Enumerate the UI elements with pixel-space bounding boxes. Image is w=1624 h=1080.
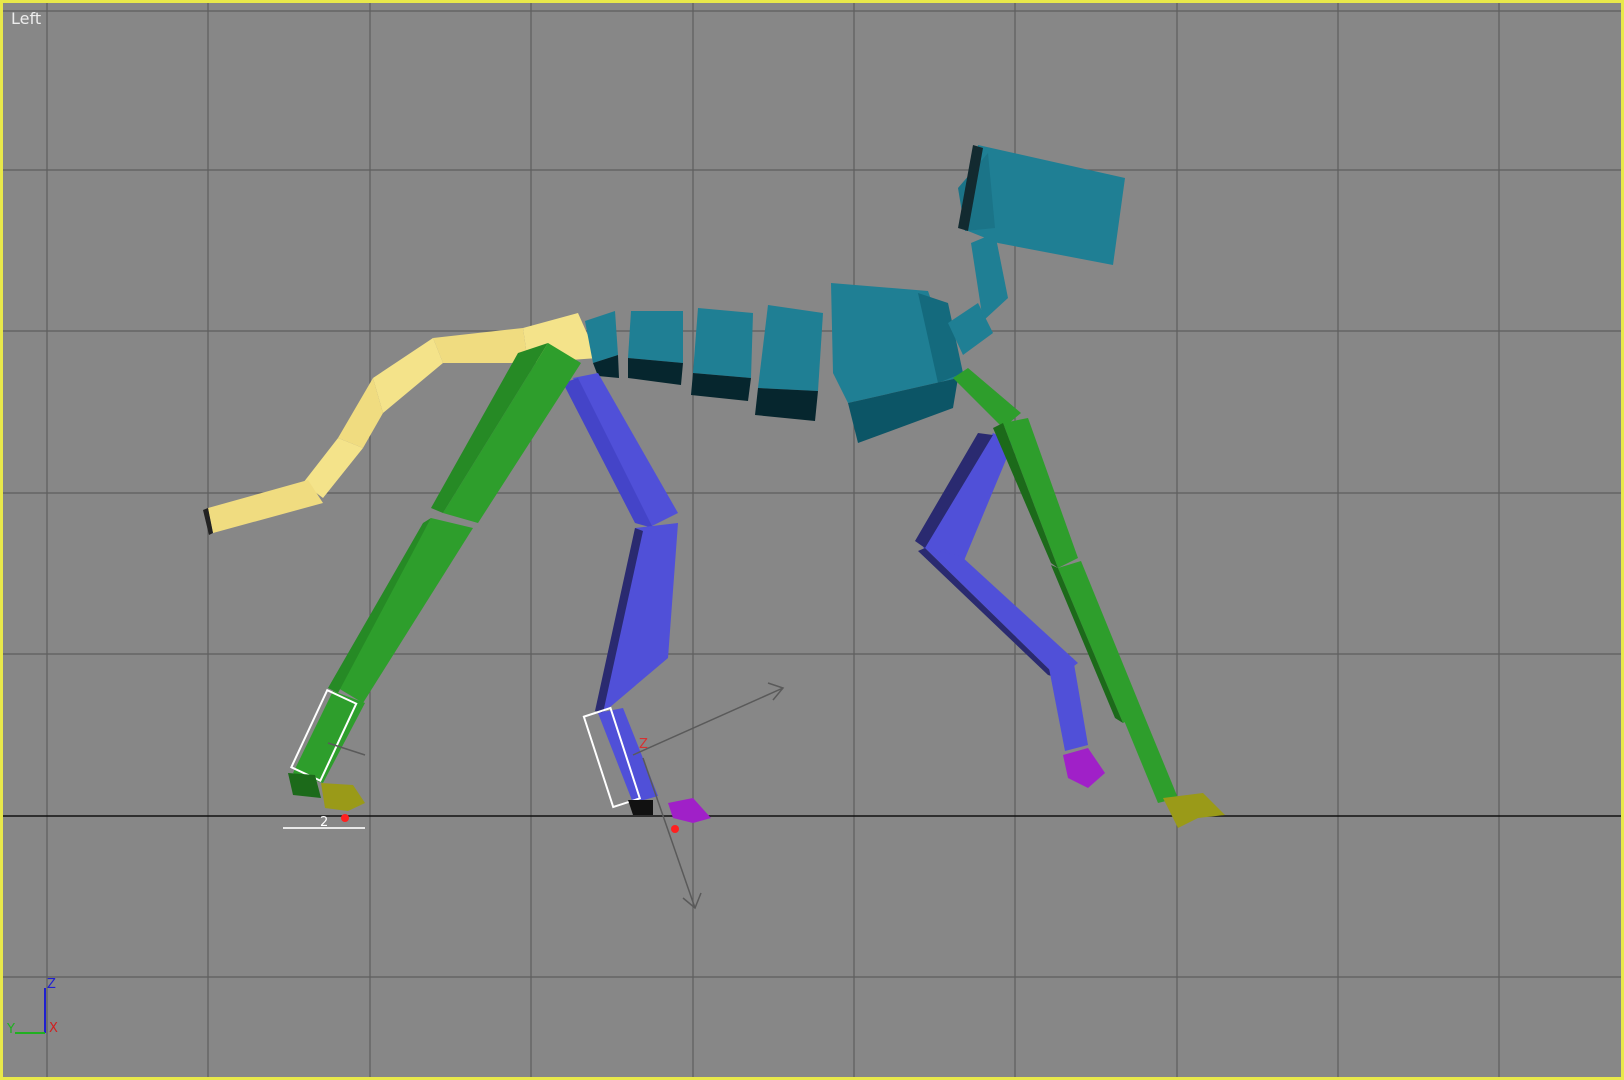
gizmo-axis-1[interactable] [632, 687, 784, 756]
gizmo-axis-label: Z [639, 737, 648, 752]
spine-segment-2[interactable] [628, 311, 683, 363]
left-viewport[interactable]: Left 2 Z Z X Y [0, 0, 1624, 1080]
right-rear-toe[interactable] [668, 798, 711, 823]
right-rear-leg[interactable] [563, 373, 711, 833]
tail-segment-6[interactable] [208, 480, 323, 533]
right-front-foot-bone[interactable] [1048, 658, 1088, 751]
left-front-toe[interactable] [1163, 793, 1225, 828]
spine-segment-4[interactable] [758, 305, 823, 391]
right-rear-heel [628, 800, 653, 815]
gizmo-axis-2[interactable] [642, 757, 696, 909]
chest[interactable] [831, 283, 963, 443]
right-front-toe[interactable] [1063, 748, 1105, 788]
left-rear-shin[interactable] [338, 518, 473, 703]
left-front-shoulder[interactable] [953, 368, 1021, 428]
left-rear-pivot [341, 814, 349, 822]
right-rear-thigh[interactable] [573, 373, 678, 528]
tail-segment-2[interactable] [433, 328, 528, 363]
left-rear-marker-label: 2 [320, 815, 328, 830]
right-rear-pivot [671, 825, 679, 833]
left-rear-foot-bone[interactable] [293, 691, 365, 783]
right-rear-shin[interactable] [603, 523, 678, 713]
transform-gizmo[interactable]: Z [327, 682, 785, 910]
biped-rig[interactable]: 2 Z [3, 3, 1624, 1080]
spine[interactable] [585, 305, 823, 421]
head-neck[interactable] [948, 145, 1125, 355]
tail-segment-3[interactable] [373, 338, 443, 413]
left-rear-leg[interactable]: 2 [283, 343, 581, 830]
left-front-foot-bone[interactable] [1123, 713, 1178, 803]
spine-segment-4-dark [755, 388, 818, 421]
spine-segment-3[interactable] [693, 308, 753, 378]
right-front-lower-dark [918, 548, 1058, 678]
left-rear-toe[interactable] [321, 783, 365, 811]
left-front-upper[interactable] [1003, 418, 1078, 568]
